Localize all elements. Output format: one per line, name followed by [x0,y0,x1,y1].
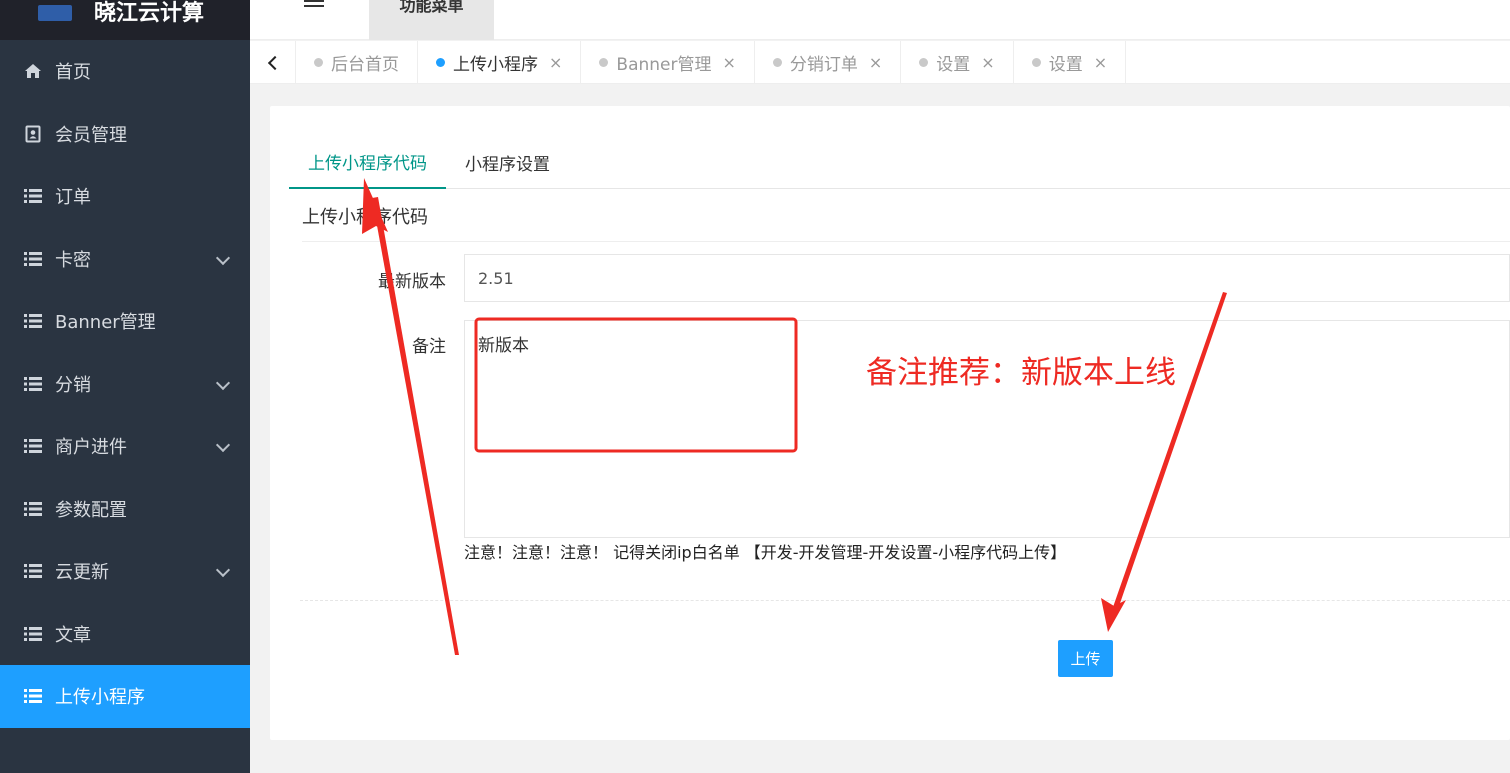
chevron-down-icon [215,375,231,390]
annotation-text: 备注推荐：新版本上线 [866,355,1176,391]
page-tab-label: 设置 [1048,55,1083,75]
sidebar-item-label: 订单 [55,187,91,209]
list-icon [24,688,42,704]
sidebar-item-label: 文章 [55,624,91,646]
page-tab[interactable]: 分销订单 × [755,41,902,84]
home-icon [24,63,42,79]
list-icon [24,501,42,517]
content-card: 上传小程序代码 小程序设置 上传小程序代码 最新版本 2.51 备注 新版本 注… [270,106,1510,740]
sidebar-item-label: 上传小程序 [55,687,145,709]
sidebar-item-label: 参数配置 [55,499,127,521]
close-icon[interactable]: × [869,53,882,72]
close-icon[interactable]: × [722,53,735,72]
list-icon [24,376,42,392]
sidebar: 晓江云计算 首页会员管理订单卡密 Banner管理 分销商户进件参数配置云更新文章上… [0,0,250,773]
tabs-prev-button[interactable] [250,41,296,84]
page-tab-label: 分销订单 [789,55,858,75]
chevron-down-icon [215,250,231,265]
list-icon [24,188,42,204]
page-tab[interactable]: 后台首页 [296,41,418,84]
sidebar-item-label: 商户进件 [55,437,127,459]
page-tab[interactable]: 设置 × [1014,41,1127,84]
page-tabs-bar: 后台首页 上传小程序 × Banner管理 × 分销订单 × 设置 × 设置 × [250,41,1510,84]
sidebar-item[interactable]: 文章 [0,603,250,666]
sidebar-item[interactable]: 参数配置 [0,478,250,541]
list-icon [24,251,42,267]
list-icon [24,626,42,642]
chevron-down-icon [215,562,231,578]
close-icon[interactable]: × [1094,53,1107,72]
sidebar-item-label: 分销 [55,374,91,396]
sidebar-item-label: Banner管理 [55,312,156,334]
sidebar-item-label: 首页 [55,62,91,84]
section-title: 上传小程序代码 [302,207,428,228]
whitelist-hint: 注意！注意！注意！ 记得关闭ip白名单 【开发-开发管理-开发设置-小程序代码上… [464,543,1067,562]
page-tab[interactable]: 设置 × [901,41,1014,84]
page-tab[interactable]: 上传小程序 × [418,41,582,84]
list-icon [24,563,42,579]
sidebar-item[interactable]: 卡密 [0,228,250,291]
sidebar-item[interactable]: 订单 [0,165,250,228]
sub-tab-miniprogram-settings[interactable]: 小程序设置 [446,136,569,189]
list-icon [24,313,42,329]
sidebar-item[interactable]: 上传小程序 [0,665,250,728]
sidebar-item[interactable]: 首页 [0,40,250,103]
chevron-left-icon [267,55,282,70]
version-input[interactable]: 2.51 [464,254,1510,302]
page-tabs: 后台首页 上传小程序 × Banner管理 × 分销订单 × 设置 × 设置 × [296,41,1127,84]
tab-status-dot-icon [314,58,323,67]
menu-toggle-icon[interactable] [304,0,324,12]
tab-status-dot-icon [1031,58,1041,67]
logo-text: 晓江云计算 [94,1,205,26]
page-tab-label: 后台首页 [331,55,399,75]
sidebar-menu: 首页会员管理订单卡密 Banner管理 分销商户进件参数配置云更新文章上传小程序 [0,40,250,728]
page-tab-label: Banner管理 [616,55,712,75]
sidebar-item-label: 云更新 [55,562,109,584]
logo-icon [38,5,72,21]
close-icon[interactable]: × [549,53,562,72]
top-menu-button[interactable]: 功能菜单 [369,0,494,40]
logo-bar: 晓江云计算 [0,0,250,40]
close-icon[interactable]: × [981,53,994,72]
sidebar-item[interactable]: 分销 [0,353,250,416]
page-tab-label: 上传小程序 [453,55,538,75]
chevron-down-icon [215,437,231,453]
sidebar-item[interactable]: 云更新 [0,540,250,603]
page-tab[interactable]: Banner管理 × [581,41,755,84]
sub-tab-upload-code[interactable]: 上传小程序代码 [289,136,446,189]
form-divider [300,600,1510,601]
sidebar-item[interactable]: 商户进件 [0,415,250,478]
tab-status-dot-icon [436,58,445,67]
sidebar-item-label: 卡密 [55,249,91,271]
upload-button[interactable]: 上传 [1058,640,1113,677]
member-card-icon [24,125,42,143]
sidebar-item[interactable]: 会员管理 [0,103,250,166]
top-header: 功能菜单 [250,0,1510,40]
sidebar-item[interactable]: Banner管理 [0,290,250,353]
sub-tabs: 上传小程序代码 小程序设置 [289,136,1510,189]
section-divider [302,241,1510,242]
list-icon [24,438,42,454]
top-menu-label: 功能菜单 [399,0,464,15]
tab-status-dot-icon [919,58,929,67]
version-label: 最新版本 [378,272,446,292]
note-label: 备注 [412,337,446,357]
tab-status-dot-icon [599,58,609,67]
tab-status-dot-icon [772,58,782,67]
sidebar-item-label: 会员管理 [55,124,127,146]
page-tab-label: 设置 [936,55,971,75]
